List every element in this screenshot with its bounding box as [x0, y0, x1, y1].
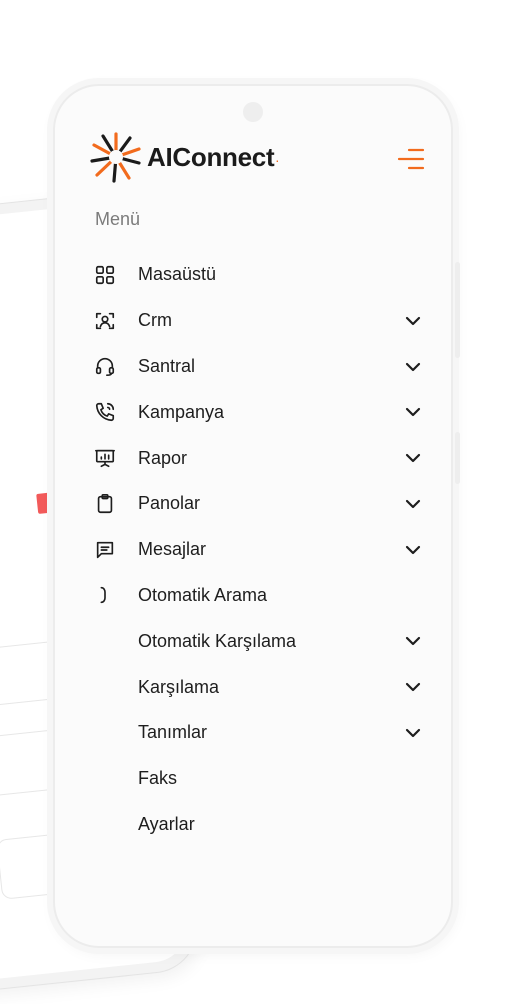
aiconnect-logo-icon [90, 132, 141, 183]
sidebar-item-label: Ayarlar [138, 813, 195, 834]
auto-answer-icon [93, 629, 117, 653]
sidebar-item-crm[interactable]: Crm [93, 298, 423, 344]
brand-logo[interactable]: AIConnect . [89, 130, 279, 184]
chevron-down-icon[interactable] [403, 677, 423, 697]
status-color-chip [36, 492, 55, 514]
sidebar-item-label: Otomatik Arama [138, 584, 268, 605]
presentation-chart-icon [93, 446, 117, 470]
sidebar-item-masaüstü[interactable]: Masaüstü [93, 252, 423, 298]
headset-icon [93, 354, 117, 378]
brand-name: AIConnect [147, 141, 275, 172]
chevron-down-icon[interactable] [403, 448, 423, 468]
message-icon [93, 538, 117, 562]
auto-dial-icon [93, 583, 117, 607]
sidebar-item-label: Karşılama [138, 676, 220, 697]
sidebar-item-label: Mesajlar [138, 539, 207, 560]
sidebar-item-otomatik-karşılama[interactable]: Otomatik Karşılama [93, 618, 423, 664]
chevron-down-icon[interactable] [403, 540, 423, 560]
sidebar-item-label: Panolar [138, 493, 201, 514]
sidebar-item-label: Kampanya [138, 401, 225, 422]
chevron-down-icon[interactable] [403, 357, 423, 377]
sidebar-item-panolar[interactable]: Panolar [93, 481, 423, 527]
fax-icon [93, 767, 117, 791]
sidebar-item-label: Tanımlar [138, 722, 208, 743]
sidebar-item-rapor[interactable]: Rapor [93, 435, 423, 481]
front-camera [243, 102, 263, 122]
settings-icon [93, 812, 117, 836]
clipboard-icon [93, 492, 117, 516]
sidebar-menu: Masaüstü Crm Santral Kampanya Rapor Panolar Me… [93, 252, 423, 847]
sidebar-item-santral[interactable]: Santral [93, 344, 423, 390]
sidebar-item-label: Rapor [138, 447, 188, 468]
sidebar-item-kampanya[interactable]: Kampanya [93, 389, 423, 435]
welcome-icon [93, 675, 117, 699]
phone-call-icon [93, 400, 117, 424]
sidebar-item-label: Crm [138, 310, 172, 331]
phone-mockup: AIConnect . Menü Masaüstü Crm Santral Kampa… [53, 84, 460, 948]
sidebar-item-label: Masaüstü [138, 264, 217, 285]
power-button [455, 432, 460, 484]
sidebar-item-label: Otomatik Karşılama [138, 630, 297, 651]
dashboard-grid-icon [93, 263, 117, 287]
sidebar-item-tanımlar[interactable]: Tanımlar [93, 710, 423, 756]
volume-button [455, 262, 460, 358]
menu-title: Menü [95, 209, 141, 229]
chevron-down-icon[interactable] [403, 402, 423, 422]
brand-dot: . [275, 149, 280, 165]
chevron-down-icon[interactable] [403, 311, 423, 331]
chevron-down-icon[interactable] [403, 631, 423, 651]
definitions-icon [93, 721, 117, 745]
chevron-down-icon[interactable] [403, 494, 423, 514]
menu-toggle-icon[interactable] [397, 146, 425, 172]
sidebar-item-faks[interactable]: Faks [93, 756, 423, 802]
contact-scan-icon [93, 309, 117, 333]
sidebar-item-ayarlar[interactable]: Ayarlar [93, 802, 423, 848]
sidebar-item-label: Santral [138, 355, 196, 376]
sidebar-item-mesajlar[interactable]: Mesajlar [93, 527, 423, 573]
sidebar-item-label: Faks [138, 768, 178, 789]
chevron-down-icon[interactable] [403, 723, 423, 743]
sidebar-item-karşılama[interactable]: Karşılama [93, 664, 423, 710]
sidebar-item-otomatik-arama[interactable]: Otomatik Arama [93, 573, 423, 619]
